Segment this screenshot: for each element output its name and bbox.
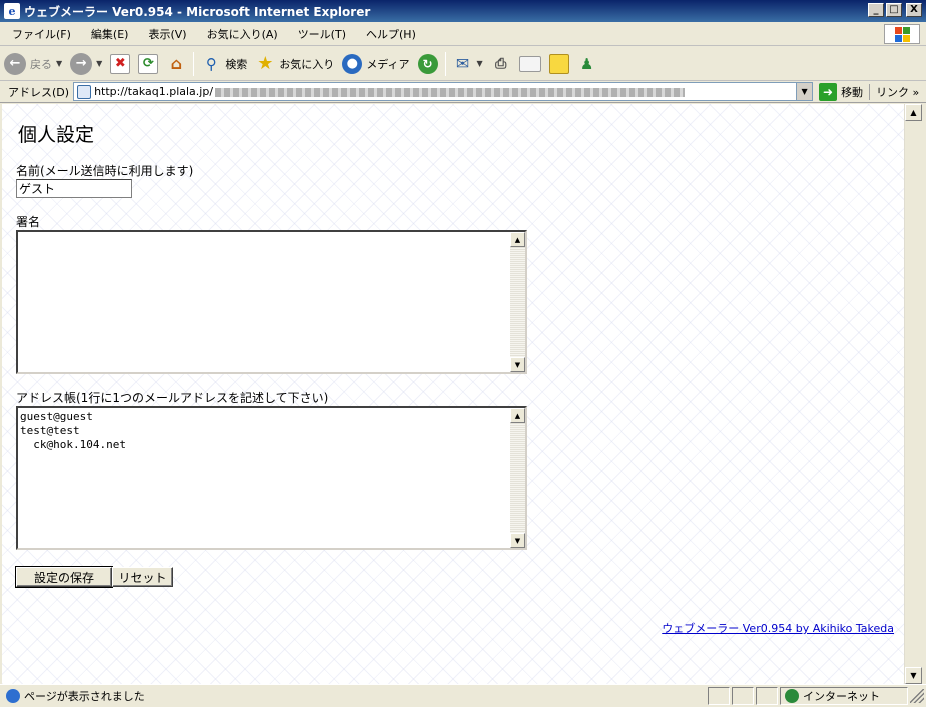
- menu-edit[interactable]: 編集(E): [79, 26, 137, 42]
- save-settings-button[interactable]: 設定の保存: [15, 566, 113, 588]
- addressbook-textarea-wrap: ▲ ▼: [16, 406, 527, 550]
- menu-view[interactable]: 表示(V): [136, 26, 194, 42]
- scroll-down-icon[interactable]: ▼: [905, 667, 922, 684]
- back-arrow-icon: ←: [4, 52, 26, 75]
- ie-icon: e: [4, 3, 20, 19]
- search-label: 検索: [225, 57, 248, 71]
- address-url: http://takaq1.plala.jp/: [94, 85, 796, 98]
- status-cell: [708, 687, 730, 705]
- addressbook-textarea[interactable]: [18, 408, 510, 548]
- mail-button[interactable]: ✉ ▼: [449, 49, 487, 79]
- menu-bar: ファイル(F) 編集(E) 表示(V) お気に入り(A) ツール(T) ヘルプ(…: [0, 22, 926, 46]
- redacted-url: [215, 87, 686, 97]
- page-loaded-icon: [6, 689, 20, 703]
- footer-credit-link[interactable]: ウェブメーラー Ver0.954 by Akihiko Takeda: [662, 620, 894, 636]
- forward-button[interactable]: → ▼: [66, 49, 106, 79]
- scroll-up-icon[interactable]: ▲: [510, 232, 525, 247]
- scroll-down-icon[interactable]: ▼: [510, 533, 525, 548]
- address-bar: アドレス(D) http://takaq1.plala.jp/ ▼ ➜ 移動 リ…: [0, 81, 926, 103]
- scroll-up-icon[interactable]: ▲: [905, 104, 922, 121]
- reset-button[interactable]: リセット: [112, 567, 173, 587]
- favorites-label: お気に入り: [279, 57, 335, 71]
- chevron-down-icon: ▼: [56, 59, 63, 68]
- toolbar: ← 戻る ▼ → ▼ ✖ ⟳ ⌂ ⚲ 検索 ★ お気に入り ● メディア ↻ ✉…: [0, 47, 926, 81]
- links-button[interactable]: リンク »: [869, 83, 923, 100]
- go-arrow-icon: ➜: [819, 82, 838, 101]
- refresh-icon: ⟳: [138, 53, 159, 74]
- chevron-down-icon: ▼: [96, 59, 103, 68]
- scroll-up-icon[interactable]: ▲: [510, 408, 525, 423]
- messenger-button[interactable]: ♟: [573, 49, 601, 79]
- maximize-button[interactable]: □: [886, 3, 902, 17]
- menu-tools[interactable]: ツール(T): [286, 26, 354, 42]
- history-button[interactable]: ↻: [414, 49, 442, 79]
- forward-arrow-icon: →: [70, 52, 93, 75]
- home-button[interactable]: ⌂: [162, 49, 190, 79]
- addressbook-label: アドレス帳(1行に1つのメールアドレスを記述して下さい): [16, 391, 329, 405]
- search-button[interactable]: ⚲ 検索: [197, 49, 251, 79]
- mail-icon: ✉: [455, 54, 470, 73]
- status-bar: ページが表示されました インターネット: [0, 684, 926, 707]
- signature-textarea-wrap: ▲ ▼: [16, 230, 527, 374]
- print-button[interactable]: ⎙: [487, 49, 515, 79]
- go-button[interactable]: ➜ 移動: [813, 82, 869, 101]
- menu-help[interactable]: ヘルプ(H): [354, 26, 424, 42]
- name-label: 名前(メール送信時に利用します): [16, 164, 194, 178]
- close-button[interactable]: X: [906, 3, 922, 17]
- stop-button[interactable]: ✖: [106, 49, 134, 79]
- status-cell: [756, 687, 778, 705]
- favorites-button[interactable]: ★ お気に入り: [251, 49, 338, 79]
- toolbar-separator: [444, 51, 446, 76]
- status-text: ページが表示されました: [24, 690, 145, 703]
- window-controls: _ □ X: [868, 3, 922, 17]
- page-title: 個人設定: [18, 124, 95, 146]
- status-cell: [732, 687, 754, 705]
- status-message: ページが表示されました: [0, 688, 708, 704]
- menu-favorites[interactable]: お気に入り(A): [195, 26, 286, 42]
- edit-icon: [518, 55, 541, 72]
- messenger-icon: ♟: [579, 54, 594, 73]
- toolbar-separator: [193, 51, 195, 76]
- chevron-down-icon[interactable]: ▼: [796, 83, 813, 100]
- internet-globe-icon: [785, 689, 799, 703]
- window-title: ウェブメーラー Ver0.954 - Microsoft Internet Ex…: [24, 4, 371, 19]
- media-button[interactable]: ● メディア: [338, 49, 413, 79]
- security-zone: インターネット: [780, 687, 908, 705]
- discuss-button[interactable]: [545, 49, 573, 79]
- star-icon: ★: [257, 53, 274, 74]
- back-button[interactable]: ← 戻る ▼: [0, 49, 66, 79]
- go-label: 移動: [841, 85, 864, 99]
- search-icon: ⚲: [205, 54, 217, 73]
- address-input[interactable]: http://takaq1.plala.jp/ ▼: [73, 82, 814, 101]
- refresh-button[interactable]: ⟳: [134, 49, 162, 79]
- page-scrollbar[interactable]: ▲ ▼: [904, 104, 922, 684]
- home-icon: ⌂: [170, 54, 183, 73]
- menu-file[interactable]: ファイル(F): [0, 26, 79, 42]
- history-icon: ↻: [417, 53, 438, 74]
- zone-label: インターネット: [803, 690, 880, 703]
- resize-grip-icon[interactable]: [910, 689, 924, 703]
- chevron-down-icon: ▼: [476, 59, 483, 68]
- edit-button[interactable]: [515, 49, 545, 79]
- addressbook-scrollbar[interactable]: ▲ ▼: [510, 408, 525, 548]
- printer-icon: ⎙: [495, 55, 507, 72]
- discuss-icon: [548, 53, 569, 74]
- stop-icon: ✖: [110, 53, 131, 74]
- page-icon: [77, 84, 92, 99]
- minimize-button[interactable]: _: [868, 3, 884, 17]
- media-label: メディア: [366, 57, 410, 71]
- windows-flag-icon: [884, 24, 920, 44]
- media-globe-icon: ●: [342, 53, 363, 74]
- title-bar: e ウェブメーラー Ver0.954 - Microsoft Internet …: [0, 0, 926, 22]
- signature-textarea[interactable]: [18, 232, 510, 372]
- page-viewport: 個人設定 名前(メール送信時に利用します) 署名 ▲ ▼ アドレス帳(1行に1つ…: [2, 104, 904, 684]
- signature-scrollbar[interactable]: ▲ ▼: [510, 232, 525, 372]
- address-label: アドレス(D): [8, 85, 70, 99]
- signature-label: 署名: [16, 215, 41, 229]
- scroll-down-icon[interactable]: ▼: [510, 357, 525, 372]
- name-input[interactable]: [16, 179, 132, 198]
- back-label: 戻る: [30, 57, 52, 71]
